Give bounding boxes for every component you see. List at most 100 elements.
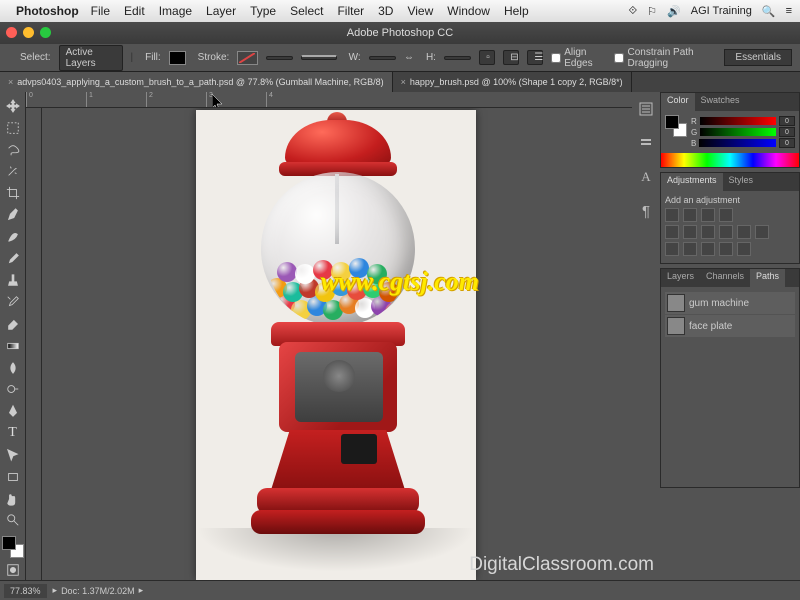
- zoom-field[interactable]: 77.83%: [4, 584, 47, 598]
- select-dropdown[interactable]: Active Layers: [59, 45, 123, 71]
- fill-swatch[interactable]: [169, 51, 186, 65]
- menu-image[interactable]: Image: [159, 4, 192, 18]
- dodge-tool[interactable]: [2, 380, 24, 400]
- path-selection-tool[interactable]: [2, 445, 24, 465]
- foreground-color-swatch[interactable]: [2, 536, 16, 550]
- height-field[interactable]: [444, 56, 471, 60]
- color-panel-fgbg[interactable]: [665, 115, 687, 137]
- blur-tool[interactable]: [2, 358, 24, 378]
- tab-color[interactable]: Color: [661, 93, 695, 111]
- status-flyout-icon[interactable]: ▸: [139, 585, 144, 596]
- path-ops-dropdown[interactable]: ▫: [479, 50, 495, 65]
- bw-icon[interactable]: [719, 225, 733, 239]
- threshold-icon[interactable]: [701, 242, 715, 256]
- align-edges-checkbox[interactable]: [551, 53, 561, 63]
- rectangle-tool[interactable]: [2, 467, 24, 487]
- b-value[interactable]: 0: [779, 138, 795, 148]
- constrain-checkbox[interactable]: [614, 53, 624, 63]
- menu-help[interactable]: Help: [504, 4, 529, 18]
- channel-mixer-icon[interactable]: [755, 225, 769, 239]
- window-titlebar[interactable]: Adobe Photoshop CC: [0, 22, 800, 44]
- healing-brush-tool[interactable]: [2, 227, 24, 247]
- type-tool[interactable]: T: [2, 423, 24, 443]
- color-balance-icon[interactable]: [701, 225, 715, 239]
- path-align-dropdown[interactable]: ⊟: [503, 50, 519, 65]
- doc-size-label[interactable]: Doc: 1.37M/2.02M: [57, 584, 139, 598]
- character-panel-icon[interactable]: A: [635, 166, 657, 188]
- selective-color-icon[interactable]: [737, 242, 751, 256]
- menubar-cc-icon[interactable]: ⟐: [628, 5, 637, 18]
- brightness-contrast-icon[interactable]: [665, 208, 679, 222]
- gradient-map-icon[interactable]: [719, 242, 733, 256]
- menu-select[interactable]: Select: [290, 4, 323, 18]
- photo-filter-icon[interactable]: [737, 225, 751, 239]
- hue-sat-icon[interactable]: [683, 225, 697, 239]
- r-slider[interactable]: [700, 117, 776, 125]
- canvas-area[interactable]: [42, 108, 630, 580]
- paragraph-panel-icon[interactable]: ¶: [635, 200, 657, 222]
- g-slider[interactable]: [700, 128, 776, 136]
- tab-close-icon[interactable]: ×: [401, 77, 406, 87]
- curves-icon[interactable]: [701, 208, 715, 222]
- tab-styles[interactable]: Styles: [723, 173, 760, 191]
- document-tab-1[interactable]: × advps0403_applying_a_custom_brush_to_a…: [0, 72, 393, 92]
- document[interactable]: [196, 110, 476, 580]
- properties-panel-icon[interactable]: [635, 132, 657, 154]
- lasso-tool[interactable]: [2, 140, 24, 160]
- window-zoom-button[interactable]: [40, 27, 51, 38]
- b-slider[interactable]: [699, 139, 776, 147]
- tab-adjustments[interactable]: Adjustments: [661, 173, 723, 191]
- quick-mask-toggle[interactable]: [2, 560, 24, 580]
- invert-icon[interactable]: [665, 242, 679, 256]
- path-arrange-dropdown[interactable]: ☰: [527, 50, 543, 65]
- workspace-switcher[interactable]: Essentials: [724, 49, 792, 66]
- document-tab-2[interactable]: × happy_brush.psd @ 100% (Shape 1 copy 2…: [393, 72, 632, 92]
- brush-tool[interactable]: [2, 249, 24, 269]
- levels-icon[interactable]: [683, 208, 697, 222]
- vibrance-icon[interactable]: [665, 225, 679, 239]
- clone-stamp-tool[interactable]: [2, 271, 24, 291]
- crop-tool[interactable]: [2, 183, 24, 203]
- history-panel-icon[interactable]: [635, 98, 657, 120]
- width-field[interactable]: [369, 56, 396, 60]
- zoom-tool[interactable]: [2, 510, 24, 530]
- spotlight-icon[interactable]: 🔍: [762, 5, 776, 18]
- menubar-list-icon[interactable]: ≡: [786, 5, 792, 17]
- menubar-extra[interactable]: AGI Training: [691, 5, 752, 17]
- foreground-background-colors[interactable]: [2, 536, 24, 558]
- posterize-icon[interactable]: [683, 242, 697, 256]
- move-tool[interactable]: [2, 96, 24, 116]
- eraser-tool[interactable]: [2, 314, 24, 334]
- tab-paths[interactable]: Paths: [750, 269, 785, 287]
- pen-tool[interactable]: [2, 401, 24, 421]
- horizontal-ruler[interactable]: 0 1 2 3 4: [26, 92, 632, 108]
- vertical-ruler[interactable]: [26, 108, 42, 580]
- menu-view[interactable]: View: [407, 4, 433, 18]
- window-minimize-button[interactable]: [23, 27, 34, 38]
- stroke-style-dropdown[interactable]: [301, 55, 337, 60]
- history-brush-tool[interactable]: [2, 292, 24, 312]
- menu-window[interactable]: Window: [447, 4, 490, 18]
- g-value[interactable]: 0: [779, 127, 795, 137]
- exposure-icon[interactable]: [719, 208, 733, 222]
- color-spectrum[interactable]: [661, 153, 799, 167]
- menubar-volume-icon[interactable]: 🔊: [667, 5, 681, 18]
- gradient-tool[interactable]: [2, 336, 24, 356]
- app-menu[interactable]: Photoshop: [16, 4, 79, 18]
- hand-tool[interactable]: [2, 489, 24, 509]
- tab-channels[interactable]: Channels: [700, 269, 750, 287]
- r-value[interactable]: 0: [779, 116, 795, 126]
- path-thumbnail[interactable]: [667, 317, 685, 335]
- path-item[interactable]: gum machine: [665, 292, 795, 314]
- window-close-button[interactable]: [6, 27, 17, 38]
- menu-layer[interactable]: Layer: [206, 4, 236, 18]
- link-wh-icon[interactable]: ⇔: [404, 52, 414, 63]
- menu-3d[interactable]: 3D: [378, 4, 393, 18]
- menubar-notification-icon[interactable]: ⚐: [647, 5, 657, 18]
- menu-file[interactable]: File: [91, 4, 110, 18]
- menu-type[interactable]: Type: [250, 4, 276, 18]
- marquee-tool[interactable]: [2, 118, 24, 138]
- menu-edit[interactable]: Edit: [124, 4, 145, 18]
- tab-close-icon[interactable]: ×: [8, 77, 13, 87]
- stroke-width-field[interactable]: [266, 56, 293, 60]
